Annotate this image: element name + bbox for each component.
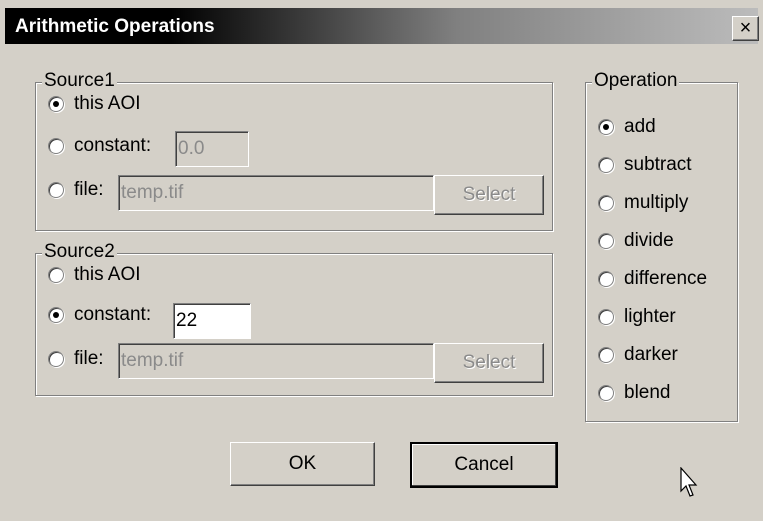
source2-group: Source2 this AOI constant: 22 file: temp…: [35, 241, 553, 396]
source2-constant-field[interactable]: 22: [173, 303, 251, 339]
radio-indicator[interactable]: [598, 195, 614, 211]
radio-indicator[interactable]: [598, 271, 614, 287]
source2-file-radio[interactable]: file:: [48, 348, 104, 370]
operation-legend: Operation: [592, 70, 680, 92]
source2-legend: Source2: [42, 241, 117, 263]
source2-constant-radio[interactable]: constant:: [48, 304, 151, 326]
option-label: lighter: [624, 306, 676, 327]
close-icon[interactable]: ×: [732, 16, 759, 41]
radio-indicator[interactable]: [598, 233, 614, 249]
radio-indicator[interactable]: [48, 182, 64, 198]
source1-constant-radio[interactable]: constant:: [48, 135, 151, 157]
radio-indicator[interactable]: [48, 96, 64, 112]
option-label: multiply: [624, 192, 689, 213]
operation-add-radio[interactable]: add: [598, 116, 656, 138]
option-label: difference: [624, 268, 708, 289]
source2-select-button[interactable]: Select: [434, 343, 544, 383]
option-label: this AOI: [74, 264, 141, 285]
dialog-body: Source1 this AOI constant: 0.0 file: tem…: [5, 44, 758, 521]
source1-file-radio[interactable]: file:: [48, 179, 104, 201]
source1-file-field[interactable]: temp.tif: [118, 175, 434, 211]
radio-indicator[interactable]: [598, 309, 614, 325]
operation-darker-radio[interactable]: darker: [598, 344, 678, 366]
operation-multiply-radio[interactable]: multiply: [598, 192, 688, 214]
operation-group: Operation add subtract multiply divide d…: [585, 70, 738, 422]
source1-legend: Source1: [42, 70, 117, 92]
source2-file-field[interactable]: temp.tif: [118, 343, 434, 379]
option-label: subtract: [624, 154, 692, 175]
option-label: constant:: [74, 135, 152, 156]
radio-indicator[interactable]: [48, 307, 64, 323]
radio-indicator[interactable]: [598, 119, 614, 135]
option-label: this AOI: [74, 93, 141, 114]
option-label: blend: [624, 382, 671, 403]
cancel-button[interactable]: Cancel: [410, 442, 558, 488]
window-title: Arithmetic Operations: [15, 16, 215, 37]
operation-subtract-radio[interactable]: subtract: [598, 154, 692, 176]
radio-indicator[interactable]: [598, 347, 614, 363]
source1-group: Source1 this AOI constant: 0.0 file: tem…: [35, 70, 553, 231]
option-label: constant:: [74, 304, 152, 325]
operation-divide-radio[interactable]: divide: [598, 230, 674, 252]
operation-lighter-radio[interactable]: lighter: [598, 306, 676, 328]
option-label: add: [624, 116, 656, 137]
radio-indicator[interactable]: [48, 351, 64, 367]
operation-difference-radio[interactable]: difference: [598, 268, 707, 290]
option-label: divide: [624, 230, 674, 251]
source1-select-button[interactable]: Select: [434, 175, 544, 215]
option-label: file:: [74, 348, 104, 369]
ok-button[interactable]: OK: [230, 442, 375, 486]
title-bar: Arithmetic Operations ×: [5, 8, 759, 44]
radio-indicator[interactable]: [48, 267, 64, 283]
option-label: file:: [74, 179, 104, 200]
radio-indicator[interactable]: [598, 385, 614, 401]
operation-blend-radio[interactable]: blend: [598, 382, 671, 404]
mouse-pointer-icon: [680, 467, 698, 497]
source1-this-aoi-radio[interactable]: this AOI: [48, 93, 141, 115]
option-label: darker: [624, 344, 678, 365]
radio-indicator[interactable]: [48, 138, 64, 154]
radio-indicator[interactable]: [598, 157, 614, 173]
source1-constant-field[interactable]: 0.0: [175, 131, 249, 167]
source2-this-aoi-radio[interactable]: this AOI: [48, 264, 141, 286]
